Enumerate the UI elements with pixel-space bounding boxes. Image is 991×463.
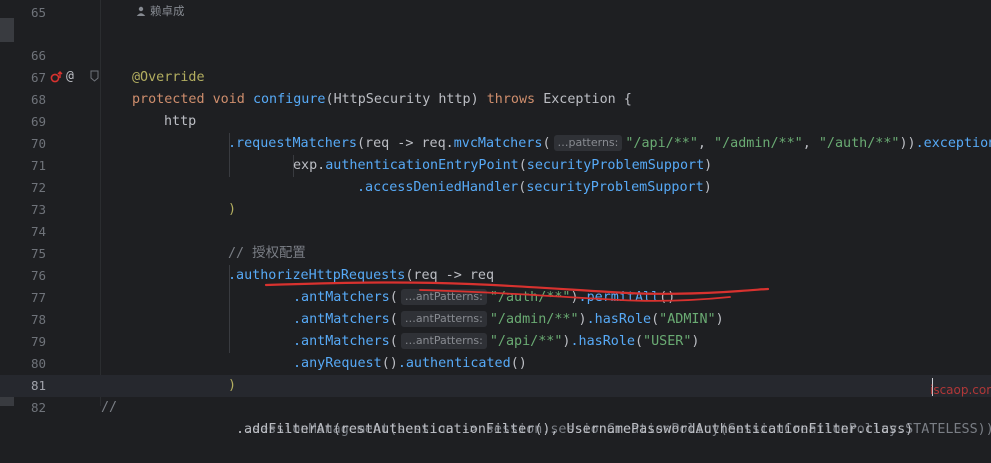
author-hint[interactable]: 赖卓成 [136,2,185,20]
line-number: 78 [30,312,46,327]
line-number: 70 [30,136,46,151]
code-line-71[interactable]: .accessDeniedHandler(securityProblemSupp… [101,155,991,195]
watermark: iscaop.com [930,383,991,397]
line-number-current: 81 [30,378,46,393]
line-number: 67 [30,70,46,85]
code-token: ) [228,202,237,217]
code-line-80[interactable]: ) [101,353,991,393]
code-line-68[interactable]: http [101,89,991,129]
user-icon [136,6,146,16]
line-number: 77 [30,290,46,305]
line-number: 65 [30,5,46,20]
code-line-82[interactable]: .addFilterAt(restAuthenticationFilter(),… [101,397,991,437]
code-line-66[interactable]: @Override [101,45,991,85]
code-token: .addFilterAt(restAuthenticationFilter(),… [236,422,914,437]
line-number: 82 [30,400,46,415]
line-number: 71 [30,158,46,173]
code-line-75[interactable]: .authorizeHttpRequests(req -> req [101,243,991,283]
code-line-77[interactable]: .antMatchers(…antPatterns: "/admin/**").h… [101,287,991,327]
line-number: 74 [30,224,46,239]
code-line-74[interactable]: // 授权配置 [101,221,991,261]
code-line-72[interactable]: ) [101,177,991,217]
code-editor[interactable]: 65 66 67 68 69 70 71 72 73 74 75 76 77 7… [0,0,991,437]
code-line-67[interactable]: protected void configure(HttpSecurity ht… [101,67,991,107]
line-number: 69 [30,114,46,129]
code-area[interactable]: 赖卓成 @Override protected void configure(H… [101,0,991,437]
line-number: 72 [30,180,46,195]
left-tool-strip [0,0,14,406]
line-number: 75 [30,246,46,261]
line-number: 66 [30,48,46,63]
code-line-78[interactable]: .antMatchers(…antPatterns: "/api/**").has… [101,309,991,349]
fold-icon[interactable] [90,70,99,86]
code-line-79[interactable]: .anyRequest().authenticated() [101,331,991,371]
line-number: 80 [30,356,46,371]
at-annotation-icon[interactable]: @ [66,69,74,85]
strip-thumb [0,18,14,42]
line-number: 76 [30,268,46,283]
code-line-76[interactable]: .antMatchers(…antPatterns: "/auth/**").pe… [101,265,991,305]
override-method-icon[interactable] [50,70,64,86]
code-line-69[interactable]: .requestMatchers(req -> req.mvcMatchers(… [101,111,991,151]
line-number: 73 [30,202,46,217]
author-name: 赖卓成 [150,4,185,18]
line-number: 68 [30,92,46,107]
line-number: 79 [30,334,46,349]
code-line-81[interactable]: // .sessionManagement(session -> session… [101,375,991,437]
code-line-70[interactable]: exp.authenticationEntryPoint(securityPro… [101,133,991,173]
